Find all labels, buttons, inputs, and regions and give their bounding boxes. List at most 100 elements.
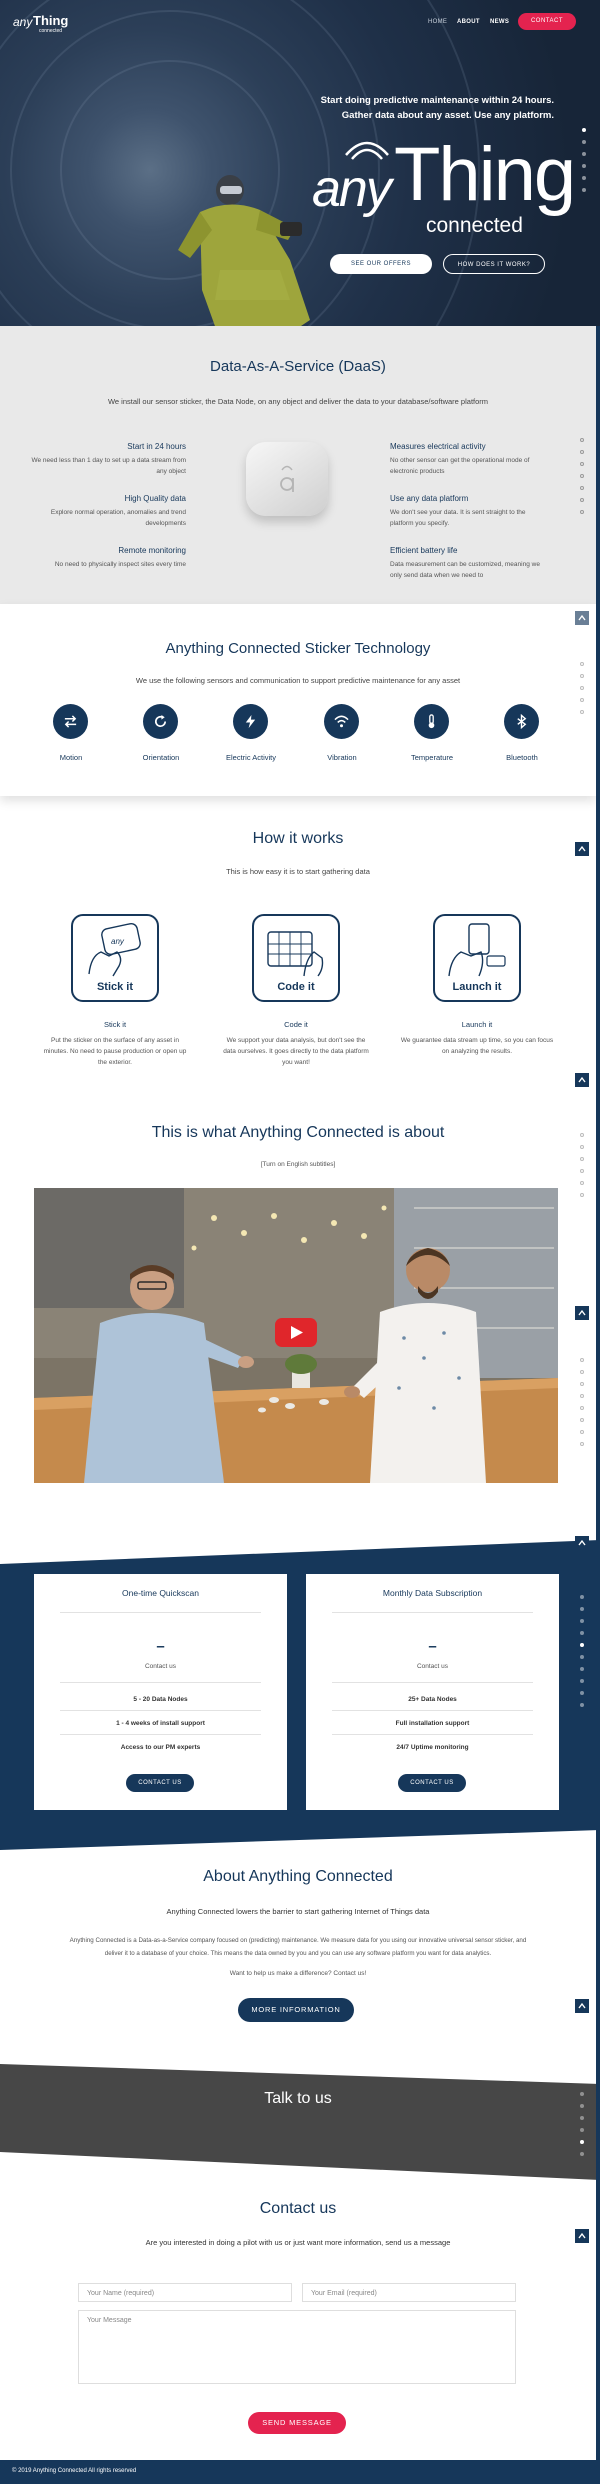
quickscan-contact-button[interactable]: CONTACT US <box>126 1774 194 1792</box>
feature-remote-title: Remote monitoring <box>118 546 186 555</box>
subscription-contact-button[interactable]: CONTACT US <box>398 1774 466 1792</box>
chevron-up-icon <box>578 614 586 621</box>
electric-activity-icon <box>233 704 268 739</box>
more-information-button[interactable]: MORE INFORMATION <box>238 1998 354 2022</box>
stick-it-illustration: any Stick it <box>71 914 159 1002</box>
chevron-up-icon <box>578 1076 586 1083</box>
stick-it-text: Put the sticker on the surface of any as… <box>43 1037 187 1066</box>
side-scroll-track <box>596 326 600 604</box>
launch-it-illustration: Launch it <box>433 914 521 1002</box>
nav-news[interactable]: NEWS <box>490 19 509 25</box>
stick-it-box-label: Stick it <box>96 981 134 993</box>
play-icon <box>291 1326 303 1339</box>
daas-title: Data-As-A-Service (DaaS) <box>210 358 386 375</box>
talk-title: Talk to us <box>264 2090 332 2107</box>
nav-about[interactable]: ABOUT <box>457 19 480 25</box>
subscription-feature: 25+ Data Nodes <box>408 1696 457 1703</box>
how-title: How it works <box>252 830 344 847</box>
code-it-text: We support your data analysis, but don't… <box>223 1037 369 1066</box>
feature-platform-text: We don't see your data. It is sent strai… <box>390 509 526 527</box>
contact-title: Contact us <box>259 2200 337 2217</box>
chevron-up-icon <box>578 1539 586 1546</box>
subscription-feature: Full installation support <box>395 1720 470 1727</box>
sticker-section-dots[interactable] <box>580 662 586 722</box>
video-section-dots[interactable] <box>580 1133 586 1205</box>
card-divider <box>60 1734 261 1735</box>
chevron-up-icon <box>578 845 586 852</box>
pricing-section-dots[interactable] <box>580 1595 586 1715</box>
quickscan-price-sub: Contact us <box>144 1663 177 1670</box>
hero-logo-thing: Thing <box>394 132 576 217</box>
feature-quality-text: Explore normal operation, anomalies and … <box>50 509 186 527</box>
how-does-it-work-button[interactable]: HOW DOES IT WORK? <box>443 254 545 274</box>
header-contact-button[interactable]: CONTACT <box>518 13 576 30</box>
footer: © 2019 Anything Connected All rights res… <box>0 2460 600 2484</box>
quickscan-feature: 1 - 4 weeks of install support <box>116 1720 205 1727</box>
bluetooth-icon <box>504 704 539 739</box>
chevron-up-icon <box>578 2002 586 2009</box>
card-divider <box>332 1682 533 1683</box>
launch-it-box-label: Launch it <box>452 981 502 993</box>
feature-battery-title: Efficient battery life <box>390 546 458 555</box>
scroll-up-button[interactable] <box>575 842 589 856</box>
card-divider <box>332 1734 533 1735</box>
hero-logo-any: any <box>312 160 392 218</box>
code-it-illustration: Code it <box>252 914 340 1002</box>
scroll-up-button[interactable] <box>575 611 589 625</box>
electric-activity-label: Electric Activity <box>225 753 276 762</box>
video-title: This is what Anything Connected is about <box>151 1124 445 1141</box>
quickscan-feature: 5 - 20 Data Nodes <box>133 1696 188 1703</box>
card-divider <box>332 1612 533 1613</box>
feature-start-24h-title: Start in 24 hours <box>127 442 186 451</box>
scroll-up-button[interactable] <box>575 1999 589 2013</box>
scroll-up-button[interactable] <box>575 1536 589 1550</box>
sticker-technology-section: Anything Connected Sticker Technology We… <box>0 604 596 796</box>
card-divider <box>60 1682 261 1683</box>
svg-text:any: any <box>111 937 125 946</box>
card-divider <box>332 1710 533 1711</box>
card-divider <box>60 1612 261 1613</box>
quickscan-card: One-time Quickscan – Contact us 5 - 20 D… <box>34 1574 287 1810</box>
feature-electrical-text: No other sensor can get the operational … <box>390 457 530 475</box>
chevron-up-icon <box>578 1309 586 1316</box>
hero-logo: any Thing connected <box>312 135 576 245</box>
subscription-price-sub: Contact us <box>416 1663 449 1670</box>
feature-start-24h-text: We need less than 1 day to set up a data… <box>31 457 186 475</box>
code-keyboard-icon <box>267 931 324 977</box>
orientation-label: Orientation <box>142 753 180 762</box>
chevron-up-icon <box>578 2232 586 2239</box>
scroll-up-button[interactable] <box>575 1073 589 1087</box>
talk-band <box>0 2064 600 2180</box>
daas-section-dots[interactable] <box>580 438 586 522</box>
subscription-price: – <box>428 1638 437 1655</box>
stick-hand-icon: any <box>88 922 141 977</box>
logo-any-text: any <box>13 15 33 29</box>
contact-subtitle: Are you interested in doing a pilot with… <box>145 2238 451 2247</box>
bluetooth-label: Bluetooth <box>506 753 538 762</box>
orientation-icon <box>143 704 178 739</box>
sticker-title: Anything Connected Sticker Technology <box>165 640 431 657</box>
device-logo-icon <box>280 465 294 492</box>
logo-thing-text: Thing <box>33 13 69 28</box>
subscription-card: Monthly Data Subscription – Contact us 2… <box>306 1574 559 1810</box>
feature-quality-title: High Quality data <box>124 494 186 503</box>
code-it-box-label: Code it <box>277 981 315 993</box>
hero-section: any Thing connected HOME ABOUT NEWS CONT… <box>0 0 600 326</box>
talk-section-dots[interactable] <box>580 2092 586 2164</box>
see-offers-button[interactable]: SEE OUR OFFERS <box>330 254 432 274</box>
about-subtitle: Anything Connected lowers the barrier to… <box>166 1907 430 1916</box>
video-player[interactable] <box>34 1188 558 1483</box>
play-button[interactable] <box>275 1318 317 1347</box>
send-message-button[interactable]: SEND MESSAGE <box>248 2412 346 2434</box>
scroll-up-button[interactable] <box>575 1306 589 1320</box>
header-logo[interactable]: any Thing connected <box>13 13 73 37</box>
scroll-up-button[interactable] <box>575 2229 589 2243</box>
hero-slide-dots[interactable] <box>582 128 588 200</box>
nav-home[interactable]: HOME <box>428 19 447 25</box>
how-subtitle: This is how easy it is to start gatherin… <box>226 867 370 876</box>
message-field[interactable]: Your Message <box>78 2310 516 2384</box>
video-lower-dots[interactable] <box>580 1358 586 1454</box>
about-text-1: Anything Connected is a Data-as-a-Servic… <box>69 1937 527 1944</box>
name-field[interactable]: Your Name (required) <box>78 2283 292 2302</box>
email-field[interactable]: Your Email (required) <box>302 2283 516 2302</box>
